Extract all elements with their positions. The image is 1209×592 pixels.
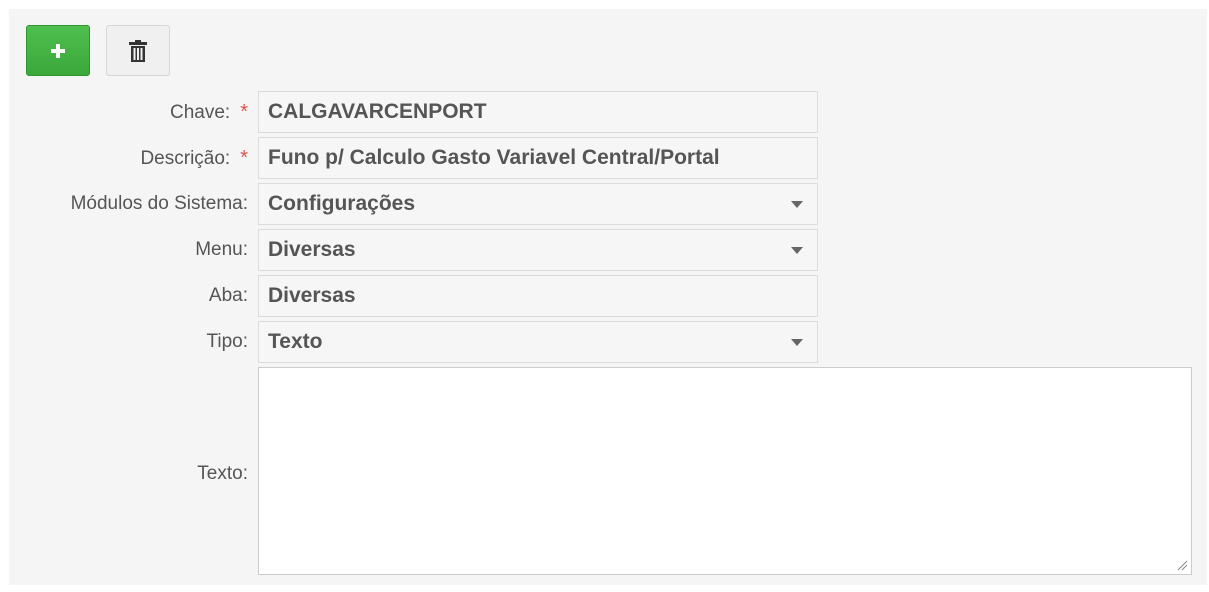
- modulos-value: Configurações: [268, 192, 416, 215]
- tipo-select[interactable]: Texto: [258, 321, 818, 363]
- plus-icon: [51, 43, 65, 58]
- chave-value: CALGAVARCENPORT: [268, 100, 487, 123]
- chave-label-text: Chave:: [170, 102, 231, 123]
- texto-label: Texto:: [197, 463, 248, 484]
- descricao-input[interactable]: Funo p/ Calculo Gasto Variavel Central/P…: [258, 137, 818, 179]
- descricao-label-text: Descrição:: [140, 148, 231, 169]
- modulos-select[interactable]: Configurações: [258, 183, 818, 225]
- chevron-down-icon: [791, 201, 803, 208]
- chevron-down-icon: [791, 247, 803, 254]
- texto-textarea[interactable]: [258, 367, 1192, 575]
- delete-button[interactable]: [106, 25, 170, 76]
- required-mark: *: [240, 101, 248, 123]
- modulos-label: Módulos do Sistema:: [70, 193, 248, 214]
- descricao-value: Funo p/ Calculo Gasto Variavel Central/P…: [268, 146, 720, 169]
- resize-handle-icon[interactable]: [1176, 559, 1188, 571]
- chave-input[interactable]: CALGAVARCENPORT: [258, 91, 818, 133]
- aba-label: Aba:: [208, 285, 248, 306]
- descricao-label: Descrição: *: [140, 137, 248, 179]
- chave-label: Chave: *: [170, 91, 248, 133]
- menu-label: Menu:: [195, 239, 248, 260]
- trash-icon: [129, 39, 147, 62]
- aba-input[interactable]: Diversas: [258, 275, 818, 317]
- menu-select[interactable]: Diversas: [258, 229, 818, 271]
- required-mark: *: [240, 147, 248, 169]
- menu-value: Diversas: [268, 238, 356, 261]
- chevron-down-icon: [791, 339, 803, 346]
- tipo-value: Texto: [268, 330, 323, 353]
- add-button[interactable]: [26, 25, 90, 76]
- aba-value: Diversas: [268, 284, 356, 307]
- tipo-label: Tipo:: [206, 331, 248, 352]
